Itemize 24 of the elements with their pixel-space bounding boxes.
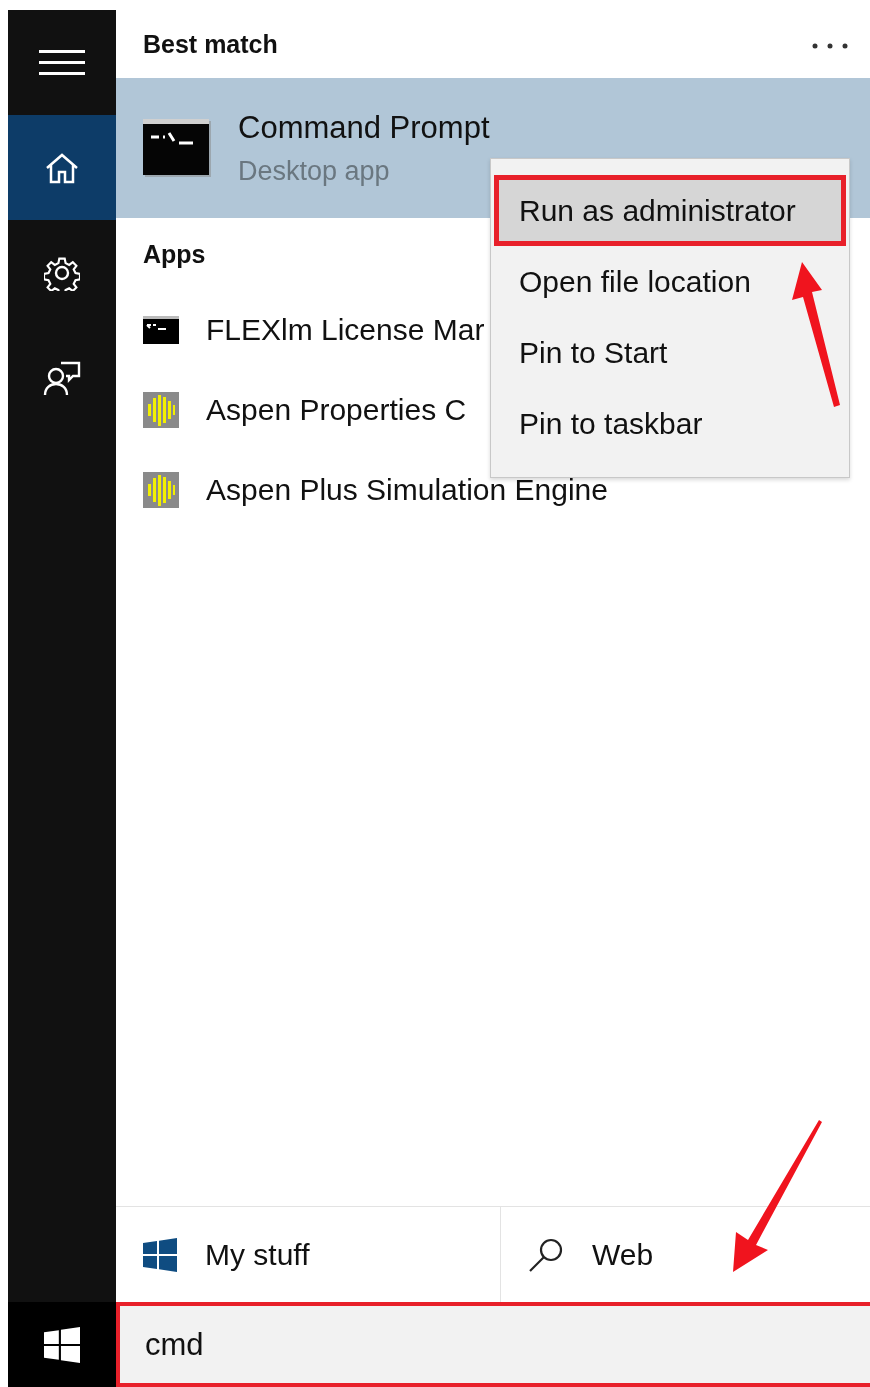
app-result[interactable]: FLEXlm License Mar: [206, 313, 485, 347]
windows-icon: [143, 1237, 177, 1272]
aspen-icon: [143, 392, 179, 428]
aspen-icon: [143, 472, 179, 508]
menu-item[interactable]: Pin to Start: [491, 317, 849, 388]
console-icon: [143, 119, 211, 177]
search-icon: [528, 1236, 564, 1273]
home-icon: [45, 151, 79, 184]
menu-item[interactable]: Run as administrator: [494, 175, 846, 246]
app-result[interactable]: Aspen Plus Simulation Engine: [206, 473, 608, 507]
start-button[interactable]: [8, 1302, 116, 1387]
windows-icon: [44, 1326, 80, 1363]
search-field[interactable]: cmd: [116, 1302, 870, 1387]
section-heading: Apps: [143, 239, 206, 269]
app-result[interactable]: Aspen Properties C: [206, 393, 467, 427]
menu-item[interactable]: Pin to taskbar: [491, 388, 849, 459]
console-icon: [143, 316, 179, 344]
app-name: Command Prompt: [238, 109, 490, 146]
more-options-icon[interactable]: [812, 43, 848, 49]
menu-item[interactable]: Open file location: [491, 246, 849, 317]
menu-icon: [39, 48, 85, 77]
app-type: Desktop app: [238, 155, 391, 187]
section-heading: Best match: [143, 29, 278, 59]
home-button[interactable]: [8, 115, 116, 220]
